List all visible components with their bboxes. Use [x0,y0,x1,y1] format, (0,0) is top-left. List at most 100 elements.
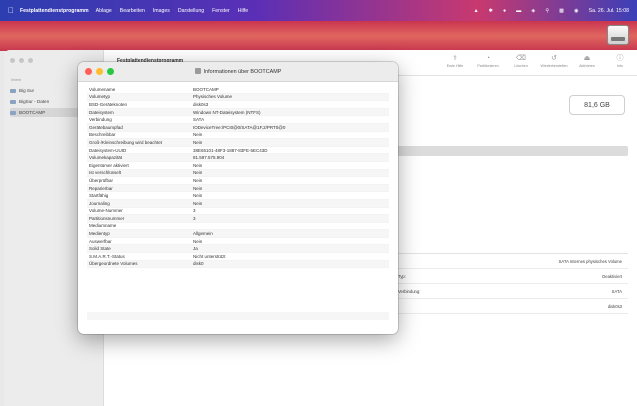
info-row[interactable]: Mediumname [87,223,389,231]
info-key: Beschreibbar [89,132,116,138]
info-value: 38E65101-48F3-1887-83FE-5EC43D [193,147,268,153]
info-key: Übergeordnete Volumes [89,261,138,267]
erase-button[interactable]: ⌫ Löschen [508,54,534,68]
tool-label: Partitionieren [477,64,499,68]
first-aid-button[interactable]: ⚕ Erste Hilfe [442,54,468,68]
info-key: Groß-/Kleinschreibung wird beachtet [89,139,163,145]
window-controls [10,58,33,63]
info-row[interactable]: Volume-Nummer 3 [87,208,389,216]
info-value: Nein [193,170,203,176]
battery-icon[interactable]: ▬ [516,8,521,14]
info-value: Nein [193,185,203,191]
info-row[interactable]: Volumekapazität 81.597.575.904 [87,154,389,162]
clock[interactable]: Sa. 26. Jul. 15:08 [589,8,629,14]
control-center-icon[interactable]: ▩ [559,8,564,14]
siri-icon[interactable]: ◉ [574,8,579,14]
erase-icon: ⌫ [516,55,526,62]
info-row[interactable]: Startfähig Nein [87,192,389,200]
info-row[interactable]: S.M.A.R.T.-Status Nicht unterstützt [87,253,389,261]
mount-button[interactable]: ⏏ Aktivieren [574,54,600,68]
info-row[interactable]: Reparierbar Nein [87,184,389,193]
restore-button[interactable]: ↺ Wiederherstellen [540,54,568,68]
row-value: disk0s3 [607,304,622,309]
info-value: Ja [193,246,198,252]
close-button[interactable] [10,58,15,63]
info-row[interactable]: Dateisystem-UUID 38E65101-48F3-1887-83FE-… [87,147,389,155]
menu-bearbeiten[interactable]: Bearbeiten [120,8,145,14]
info-key: Gerätebaumpfad [89,124,123,130]
tool-label: Wiederherstellen [540,64,568,68]
info-key: BSD-Geräteknoten [89,101,128,107]
info-key: Partitionsnummer [89,215,125,221]
info-value: Nein [193,238,203,244]
info-row[interactable]: Groß-/Kleinschreibung wird beachtet Nein [87,139,389,147]
info-key: Solid State [89,246,111,252]
app-menu[interactable]: Festplattendienstprogramm [20,8,89,14]
tool-label: Info [617,64,623,68]
info-row[interactable]: Eigentümer aktiviert Nein [87,162,389,170]
table-row: SATA Internes physisches Volume [396,254,628,269]
zoom-button[interactable] [28,58,33,63]
hard-drive-icon[interactable] [607,25,629,45]
tool-label: Aktivieren [579,64,595,68]
info-row[interactable]: Solid State Ja [87,245,389,254]
menu-ablage[interactable]: Ablage [96,8,112,14]
stethoscope-icon: ⚕ [453,55,457,62]
menu-hilfe[interactable]: Hilfe [238,8,248,14]
info-button[interactable]: ⓘ Info [607,54,633,68]
info-value: 3 [193,215,196,221]
partition-button[interactable]: ◔ Partitionieren [475,54,501,68]
info-row[interactable]: BSD-Geräteknoten disk0s3 [87,101,389,109]
info-row[interactable]: Partitionsnummer 3 [87,215,389,223]
apple-icon[interactable]:  [8,6,14,15]
info-row[interactable]: Medientyp Allgemein [87,230,389,238]
dialog-title-text: Informationen über BOOTCAMP [203,69,282,75]
keyboard-icon[interactable]: ▲ [474,8,479,14]
info-key: Ist verschlüsselt [89,170,122,176]
menu-fenster[interactable]: Fenster [212,8,230,14]
info-row[interactable]: Verbindung SATA [87,116,389,124]
dialog-titlebar[interactable]: Informationen über BOOTCAMP [78,62,398,82]
info-key: Volumetyp [89,94,111,100]
sidebar-item-label: Big Sur [19,88,35,93]
info-key: S.M.A.R.T.-Status [89,253,125,259]
info-row[interactable]: Journaling Nein [87,199,389,208]
row-label: Typ: [398,274,406,279]
usage-bar [396,146,628,156]
info-key: Mediumname [89,223,117,229]
dialog-footer [87,312,389,320]
volume-icon [10,99,16,104]
menu-darstellung[interactable]: Darstellung [178,8,204,14]
info-row[interactable]: Dateisystem Windows NT-Dateisystem (NTFS) [87,108,389,117]
info-row[interactable]: Ist verschlüsselt Nein [87,169,389,178]
info-row[interactable]: Gerätebaumpfad IODeviceTree:/PCI0@0/SATA@… [87,123,389,132]
pie-icon: ◔ [485,55,491,62]
search-icon[interactable]: ⚲ [545,8,549,14]
info-key: Dateisystem-UUID [89,147,127,153]
info-row[interactable]: Beschreibbar Nein [87,132,389,140]
info-row[interactable]: Überprüfbar Nein [87,177,389,185]
details-table: SATA Internes physisches Volume Typ: Deak… [396,253,628,314]
capacity-box: 81,6 GB [569,95,625,115]
bluetooth-icon[interactable]: ✱ [489,8,493,14]
row-value: Deaktiviert [602,274,622,279]
info-key: Startfähig [89,193,109,199]
tool-label: Erste Hilfe [446,64,464,68]
info-row[interactable]: Übergeordnete Volumes disk0 [87,260,389,269]
table-row: disk0s3 [396,299,628,314]
row-value: SATA [611,289,622,294]
row-value: SATA Internes physisches Volume [558,259,622,264]
wifi-icon[interactable]: ◈ [531,8,535,14]
info-row[interactable]: Volumetyp Physisches Volume [87,93,389,102]
toolbar-tools: ⚕ Erste Hilfe ◔ Partitionieren ⌫ Löschen ↺ W… [442,54,633,68]
info-key: Eigentümer aktiviert [89,162,129,168]
info-value: Allgemein [193,231,213,237]
volume-icon [10,110,16,115]
menu-images[interactable]: Images [153,8,170,14]
info-row[interactable]: Volumename BOOTCAMP [87,86,389,94]
info-row[interactable]: Auswerfbar Nein [87,238,389,246]
volume-icon[interactable]: ● [503,8,506,14]
row-label: Verbindung: [398,289,421,294]
minimize-button[interactable] [19,58,24,63]
info-value: BOOTCAMP [193,86,219,92]
